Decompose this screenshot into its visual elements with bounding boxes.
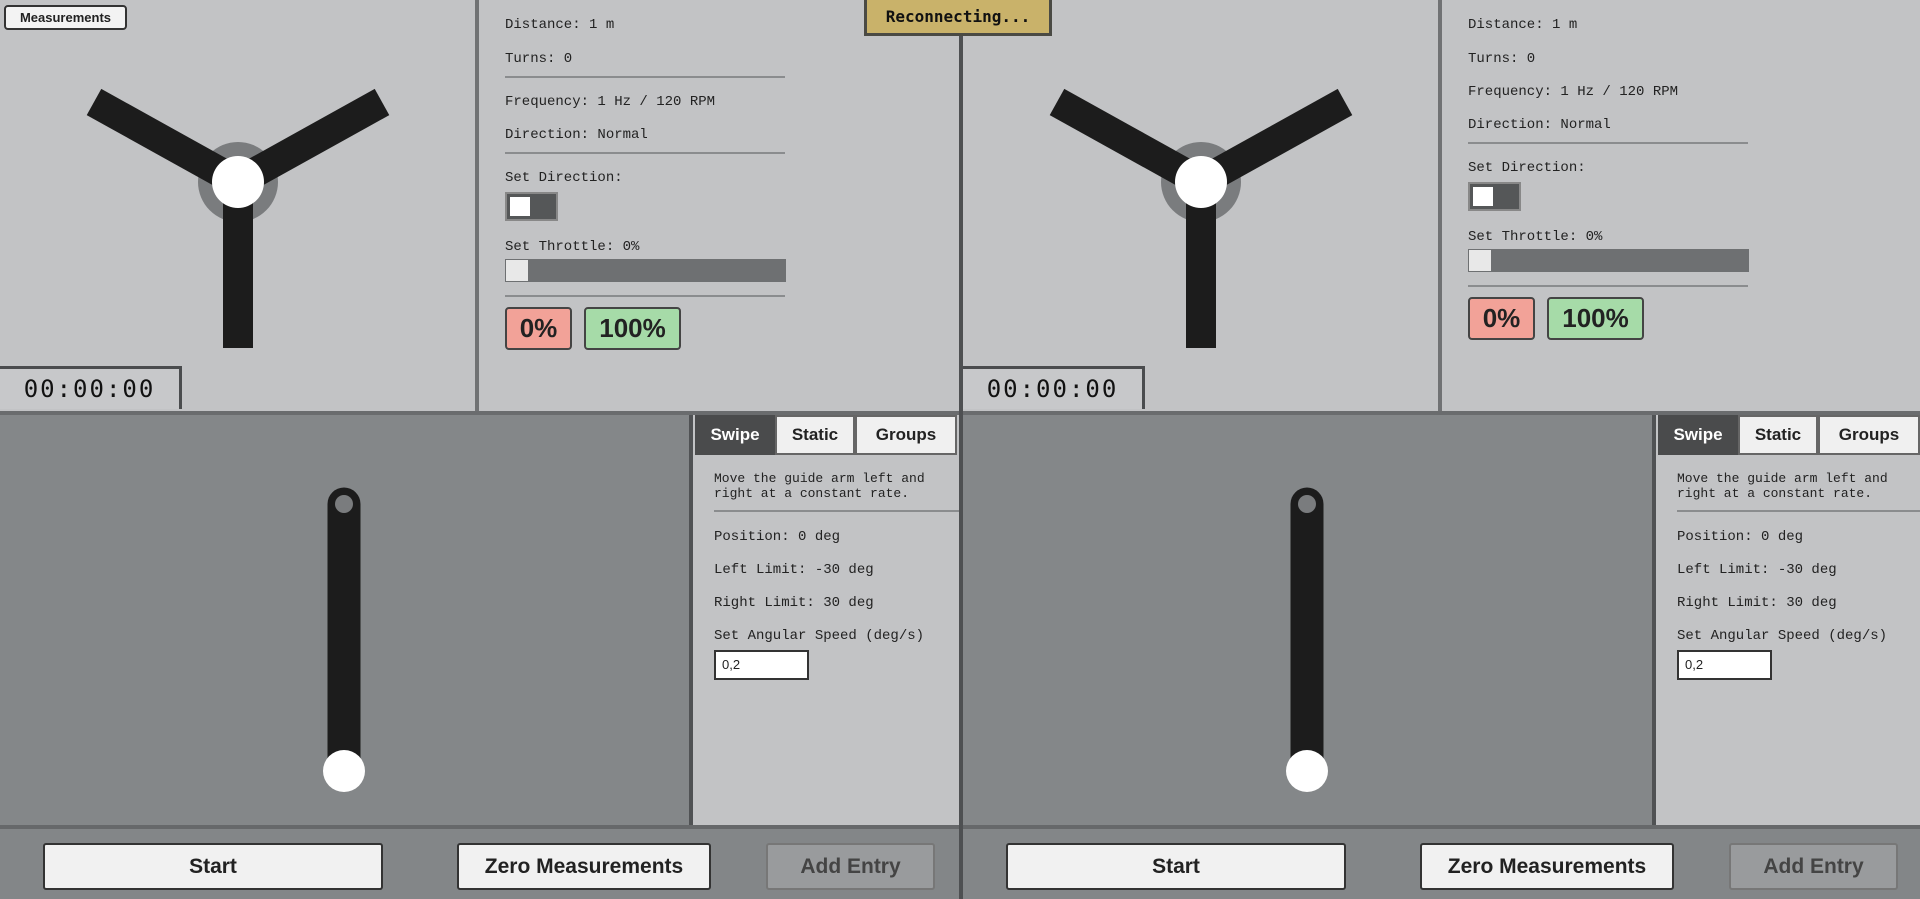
- toggle-knob: [1473, 187, 1493, 206]
- start-button[interactable]: Start: [43, 843, 383, 890]
- set-throttle-label: Set Throttle: 0%: [1468, 229, 1603, 245]
- throttle-slider[interactable]: [505, 259, 786, 282]
- divider: [1677, 510, 1920, 512]
- throttle-slider-thumb[interactable]: [506, 260, 528, 281]
- action-bar: Start Zero Measurements Add Entry: [0, 825, 959, 899]
- tab-groups[interactable]: Groups: [1818, 415, 1920, 455]
- throttle-100-button[interactable]: 100%: [1547, 297, 1644, 340]
- direction-toggle[interactable]: [505, 192, 558, 221]
- station-panel-left: Measurements 00:00:00 Distance: 1 m Turn…: [0, 0, 959, 899]
- set-throttle-label: Set Throttle: 0%: [505, 239, 640, 255]
- guide-arm-view: [0, 415, 689, 825]
- divider: [505, 295, 785, 297]
- throttle-0-button[interactable]: 0%: [1468, 297, 1535, 340]
- guide-arm-view: [963, 415, 1652, 825]
- mode-panel: Swipe Static Groups Move the guide arm l…: [693, 415, 959, 825]
- angular-speed-label: Set Angular Speed (deg/s): [1677, 628, 1888, 644]
- divider: [1468, 285, 1748, 287]
- add-entry-button[interactable]: Add Entry: [766, 843, 935, 890]
- left-limit-readout: Left Limit: -30 deg: [1677, 562, 1837, 578]
- throttle-0-button[interactable]: 0%: [505, 307, 572, 350]
- propeller-view: 00:00:00: [963, 0, 1438, 411]
- divider: [505, 76, 785, 78]
- position-readout: Position: 0 deg: [714, 529, 841, 545]
- set-direction-label: Set Direction:: [505, 170, 623, 186]
- measurements-button[interactable]: Measurements: [4, 5, 127, 30]
- mode-description: Move the guide arm left and right at a c…: [714, 471, 925, 501]
- throttle-slider[interactable]: [1468, 249, 1749, 272]
- angular-speed-input[interactable]: 0,2: [714, 650, 809, 680]
- tab-static[interactable]: Static: [775, 415, 855, 455]
- reconnecting-banner: Reconnecting...: [864, 0, 1052, 36]
- distance-readout: Distance: 1 m: [505, 17, 615, 33]
- left-limit-readout: Left Limit: -30 deg: [714, 562, 874, 578]
- throttle-100-button[interactable]: 100%: [584, 307, 681, 350]
- timer-display: 00:00:00: [0, 366, 182, 409]
- tab-groups[interactable]: Groups: [855, 415, 957, 455]
- add-entry-button[interactable]: Add Entry: [1729, 843, 1898, 890]
- mode-tabs: Swipe Static Groups: [1656, 415, 1920, 457]
- guide-arm-icon: [1286, 487, 1328, 792]
- tab-swipe[interactable]: Swipe: [1658, 415, 1738, 455]
- direction-readout: Direction: Normal: [1468, 117, 1611, 133]
- start-button[interactable]: Start: [1006, 843, 1346, 890]
- angular-speed-input[interactable]: 0,2: [1677, 650, 1772, 680]
- propeller-view: Measurements 00:00:00: [0, 0, 475, 411]
- frequency-readout: Frequency: 1 Hz / 120 RPM: [1468, 84, 1679, 100]
- throttle-slider-thumb[interactable]: [1469, 250, 1491, 271]
- mode-panel: Swipe Static Groups Move the guide arm l…: [1656, 415, 1920, 825]
- right-limit-readout: Right Limit: 30 deg: [1677, 595, 1837, 611]
- angular-speed-label: Set Angular Speed (deg/s): [714, 628, 925, 644]
- tab-static[interactable]: Static: [1738, 415, 1818, 455]
- divider: [1468, 142, 1748, 144]
- motor-controls: Distance: 1 m Turns: 0 Frequency: 1 Hz /…: [1442, 0, 1920, 411]
- guide-arm-icon: [323, 487, 365, 792]
- turns-readout: Turns: 0: [505, 51, 573, 67]
- propeller-icon: [86, 88, 390, 348]
- direction-toggle[interactable]: [1468, 182, 1521, 211]
- position-readout: Position: 0 deg: [1677, 529, 1804, 545]
- right-limit-readout: Right Limit: 30 deg: [714, 595, 874, 611]
- action-bar: Start Zero Measurements Add Entry: [963, 825, 1920, 899]
- distance-readout: Distance: 1 m: [1468, 17, 1578, 33]
- propeller-icon: [1049, 88, 1353, 348]
- mode-tabs: Swipe Static Groups: [693, 415, 959, 457]
- toggle-knob: [510, 197, 530, 216]
- frequency-readout: Frequency: 1 Hz / 120 RPM: [505, 94, 716, 110]
- zero-measurements-button[interactable]: Zero Measurements: [1420, 843, 1674, 890]
- divider: [714, 510, 959, 512]
- timer-display: 00:00:00: [963, 366, 1145, 409]
- mode-description: Move the guide arm left and right at a c…: [1677, 471, 1888, 501]
- direction-readout: Direction: Normal: [505, 127, 648, 143]
- motor-controls: Distance: 1 m Turns: 0 Frequency: 1 Hz /…: [479, 0, 959, 411]
- set-direction-label: Set Direction:: [1468, 160, 1586, 176]
- zero-measurements-button[interactable]: Zero Measurements: [457, 843, 711, 890]
- divider: [505, 152, 785, 154]
- tab-swipe[interactable]: Swipe: [695, 415, 775, 455]
- station-panel-right: 00:00:00 Distance: 1 m Turns: 0 Frequenc…: [963, 0, 1920, 899]
- turns-readout: Turns: 0: [1468, 51, 1536, 67]
